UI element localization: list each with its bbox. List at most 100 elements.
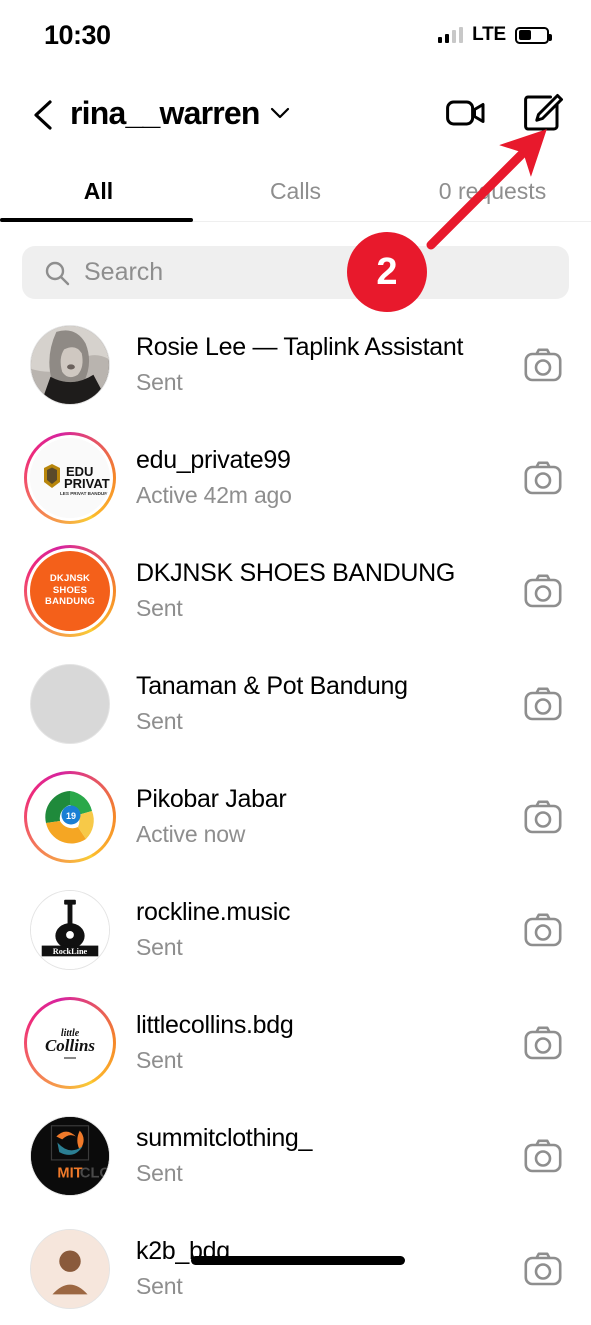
camera-button[interactable]	[521, 456, 565, 500]
littlecollins-logo-icon: littleCollins	[30, 1002, 110, 1083]
home-indicator	[191, 1256, 405, 1265]
conversation-row[interactable]: DKJNSK SHOES BANDUNG DKJNSK SHOES BANDUNG Se…	[0, 534, 591, 647]
conversation-text: edu_private99 Active 42m ago	[136, 446, 521, 509]
conversation-row[interactable]: little Collins littlecollins.bdg Sent	[0, 986, 591, 1099]
svg-text:MIT: MIT	[57, 1165, 82, 1181]
conversation-row[interactable]: Tanaman & Pot Bandung Sent	[0, 647, 591, 760]
k2b-avatar-icon	[31, 1229, 109, 1308]
conversation-name: summitclothing_	[136, 1124, 313, 1152]
conversation-row[interactable]: Rosie Lee — Taplink Assistant Sent	[0, 308, 591, 421]
conversation-name: Rosie Lee — Taplink Assistant	[136, 333, 464, 361]
conversation-name: Pikobar Jabar	[136, 785, 287, 813]
back-button[interactable]	[30, 94, 60, 132]
avatar[interactable]: EDU PRIVAT LES PRIVAT BANDUNG	[24, 431, 116, 524]
avatar[interactable]	[24, 319, 116, 411]
conversation-text: littlecollins.bdg Sent	[136, 1011, 521, 1074]
camera-button[interactable]	[521, 1134, 565, 1178]
svg-text:19: 19	[66, 811, 76, 821]
inbox-tabs: All Calls 0 requests	[0, 160, 591, 222]
video-call-button[interactable]	[445, 92, 487, 134]
status-clock: 10:30	[44, 19, 111, 50]
camera-icon	[524, 913, 562, 946]
chevron-down-icon	[270, 107, 289, 118]
avatar[interactable]: RockLine	[24, 884, 116, 976]
camera-button[interactable]	[521, 343, 565, 387]
account-switcher[interactable]: rina__warren	[70, 95, 290, 132]
rockline-logo-icon: RockLine	[31, 890, 109, 969]
avatar[interactable]: DKJNSK SHOES BANDUNG	[24, 544, 116, 637]
avatar[interactable]: MIT CLO	[24, 1110, 116, 1202]
conversation-row[interactable]: MIT CLO summitclothing_ Sent	[0, 1099, 591, 1212]
conversation-name: edu_private99	[136, 446, 291, 474]
search-bar[interactable]: Search	[22, 246, 569, 299]
conversation-status: Sent	[136, 708, 183, 734]
camera-button[interactable]	[521, 795, 565, 839]
camera-icon	[524, 1252, 562, 1285]
avatar-image: MIT CLO	[30, 1115, 110, 1196]
conversation-status: Sent	[136, 595, 183, 621]
camera-icon	[524, 461, 562, 494]
svg-text:Collins: Collins	[45, 1036, 95, 1055]
avatar-image: 19	[30, 776, 110, 857]
avatar-image: little Collins	[30, 1002, 110, 1083]
compose-edit-icon	[524, 94, 563, 131]
network-type-label: LTE	[472, 24, 506, 45]
avatar[interactable]	[24, 658, 116, 750]
conversation-name: DKJNSK SHOES BANDUNG	[136, 559, 456, 587]
conversation-status: Sent	[136, 1273, 183, 1299]
chevron-left-icon	[34, 100, 52, 130]
camera-button[interactable]	[521, 1021, 565, 1065]
avatar[interactable]: little Collins	[24, 996, 116, 1089]
conversation-text: rockline.music Sent	[136, 898, 521, 961]
status-indicators: LTE	[437, 24, 552, 46]
camera-icon	[524, 687, 562, 720]
page-title: rina__warren	[70, 94, 260, 131]
conversation-row[interactable]: EDU PRIVAT LES PRIVAT BANDUNG edu_private99…	[0, 421, 591, 534]
status-bar: 10:30 LTE	[0, 0, 591, 70]
camera-icon	[524, 348, 562, 381]
compose-message-button[interactable]	[523, 92, 565, 134]
avatar[interactable]: 19	[24, 770, 116, 863]
active-tab-underline	[0, 218, 193, 222]
avatar-image: EDU PRIVAT LES PRIVAT BANDUNG	[30, 437, 110, 518]
conversation-name: littlecollins.bdg	[136, 1011, 294, 1039]
conversation-name: Tanaman & Pot Bandung	[136, 672, 408, 700]
camera-icon	[524, 800, 562, 833]
conversation-text: Pikobar Jabar Active now	[136, 785, 521, 848]
rosie-lee-photo	[31, 325, 109, 404]
video-camera-icon	[446, 100, 485, 126]
avatar-image: DKJNSK SHOES BANDUNG	[30, 550, 110, 631]
camera-button[interactable]	[521, 682, 565, 726]
svg-text:PRIVAT: PRIVAT	[64, 476, 110, 491]
conversation-row[interactable]: 19 Pikobar Jabar Active now	[0, 760, 591, 873]
camera-icon	[524, 1139, 562, 1172]
camera-button[interactable]	[521, 1247, 565, 1291]
header-actions	[445, 92, 565, 134]
conversation-text: k2b_bdg Sent	[136, 1237, 521, 1300]
avatar-image: RockLine	[30, 889, 110, 970]
svg-text:CLO: CLO	[80, 1165, 109, 1181]
avatar[interactable]	[24, 1223, 116, 1315]
svg-text:LES PRIVAT BANDUNG: LES PRIVAT BANDUNG	[60, 491, 110, 496]
tab-calls[interactable]: Calls	[197, 160, 394, 222]
search-input[interactable]: Search	[22, 246, 569, 299]
pikobar-logo-icon: 19	[30, 776, 110, 857]
camera-button[interactable]	[521, 569, 565, 613]
avatar-image	[30, 324, 110, 405]
conversation-row[interactable]: k2b_bdg Sent	[0, 1212, 591, 1325]
conversation-status: Sent	[136, 934, 183, 960]
svg-text:RockLine: RockLine	[53, 946, 88, 955]
conversation-text: Rosie Lee — Taplink Assistant Sent	[136, 333, 521, 396]
conversation-row[interactable]: RockLine rockline.music Sent	[0, 873, 591, 986]
cellular-signal-icon	[437, 27, 464, 43]
summitclothing-logo-icon: MITCLO	[31, 1116, 109, 1195]
conversation-status: Sent	[136, 1047, 183, 1073]
camera-icon	[524, 1026, 562, 1059]
avatar-image	[30, 1228, 110, 1309]
tab-all[interactable]: All	[0, 160, 197, 222]
search-placeholder: Search	[84, 258, 164, 286]
camera-button[interactable]	[521, 908, 565, 952]
conversation-list: Rosie Lee — Taplink Assistant Sent EDU PRIV…	[0, 308, 591, 1325]
avatar-image	[30, 663, 110, 744]
tab-requests[interactable]: 0 requests	[394, 160, 591, 222]
